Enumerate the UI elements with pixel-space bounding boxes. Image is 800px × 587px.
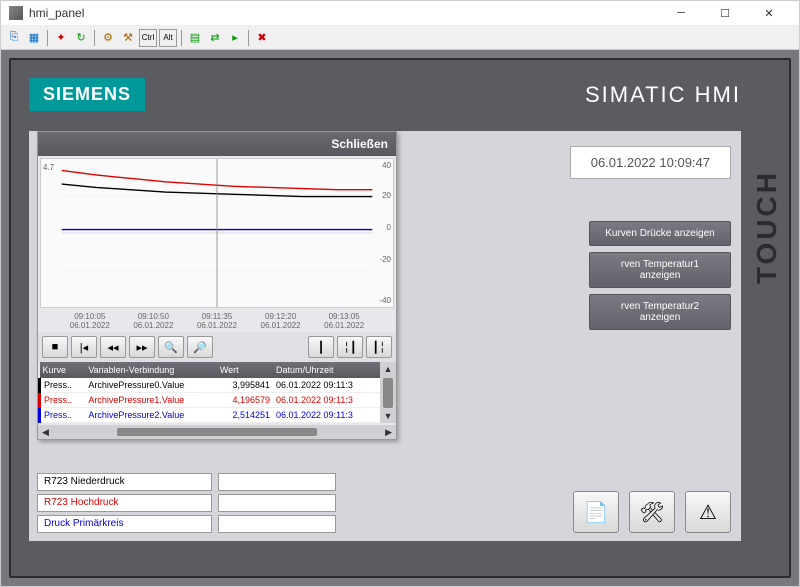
tool-icon-6[interactable]: ⚒ (119, 29, 137, 47)
y-right-tick-3: -20 (379, 255, 391, 264)
table-row[interactable]: Press..ArchivePressure1.Value4,19657906.… (40, 393, 381, 408)
window-titlebar: hmi_panel ─ ☐ ✕ (1, 1, 799, 26)
tool-icon-2[interactable]: ▦ (25, 29, 43, 47)
x-axis-labels: 09:10:05 06.01.2022 09:10:50 06.01.2022 … (38, 310, 396, 332)
scroll-down-icon[interactable]: ▼ (384, 411, 393, 421)
value-field-3 (218, 515, 336, 533)
trend-stop-icon[interactable]: ■ (42, 336, 68, 358)
tool-icon-3[interactable]: ✦ (52, 29, 70, 47)
trend-rewind-icon[interactable]: ◂◂ (100, 336, 126, 358)
value-field-2 (218, 494, 336, 512)
col-datetime[interactable]: Datum/Uhrzeit (273, 362, 380, 378)
touch-label: TOUCH (751, 170, 783, 284)
tool-icon-1[interactable]: ⎘ (5, 29, 23, 47)
trend-close-button[interactable]: Schließen (331, 137, 388, 151)
vertical-scrollbar[interactable]: ▲ ▼ (380, 362, 396, 423)
document-icon[interactable]: 📄 (573, 491, 619, 533)
hscroll-thumb[interactable] (117, 428, 317, 436)
window-title: hmi_panel (29, 6, 659, 20)
tool-icon-7[interactable]: ▤ (186, 29, 204, 47)
datetime-display: 06.01.2022 10:09:47 (570, 146, 731, 179)
y-right-tick-0: 40 (382, 161, 391, 170)
legend-item-1: R723 Niederdruck (37, 473, 212, 491)
y-left-tick: 4.7 (43, 163, 54, 172)
legend-item-2: R723 Hochdruck (37, 494, 212, 512)
trend-data-table: Kurve Variablen-Verbindung Wert Datum/Uh… (38, 362, 380, 423)
trend-first-icon[interactable]: |◂ (71, 336, 97, 358)
simatic-label: SIMATIC HMI (585, 82, 741, 108)
scroll-left-icon[interactable]: ◀ (42, 427, 49, 438)
y-right-tick-4: -40 (379, 296, 391, 305)
col-curve[interactable]: Kurve (40, 362, 86, 378)
ctrl-key-icon[interactable]: Ctrl (139, 29, 157, 47)
trend-forward-icon[interactable]: ▸▸ (129, 336, 155, 358)
trend-ruler2-icon[interactable]: ╎┃ (337, 336, 363, 358)
tool-icon-8[interactable]: ⇄ (206, 29, 224, 47)
col-value[interactable]: Wert (217, 362, 273, 378)
show-temp1-curves-button[interactable]: rven Temperatur1 anzeigen (589, 252, 731, 288)
tool-icon-5[interactable]: ⚙ (99, 29, 117, 47)
app-icon (9, 6, 23, 20)
trend-chart: 4.7 40 20 0 -20 -40 (40, 158, 394, 308)
table-row[interactable]: Press..ArchivePressure0.Value3,99584106.… (40, 378, 381, 393)
minimize-button[interactable]: ─ (659, 1, 703, 25)
scroll-up-icon[interactable]: ▲ (384, 364, 393, 374)
horizontal-scrollbar[interactable]: ◀ ▶ (38, 425, 396, 439)
trend-view-panel: Schließen 4.7 40 20 0 -20 -40 (37, 131, 397, 440)
siemens-logo: SIEMENS (29, 78, 145, 111)
trend-zoomout-icon[interactable]: 🔎 (187, 336, 213, 358)
show-temp2-curves-button[interactable]: rven Temperatur2 anzeigen (589, 294, 731, 330)
value-field-1 (218, 473, 336, 491)
close-window-button[interactable]: ✕ (747, 1, 791, 25)
col-variable[interactable]: Variablen-Verbindung (85, 362, 216, 378)
trend-ruler1-icon[interactable]: ┃ (308, 336, 334, 358)
alarm-icon[interactable]: ⚠ (685, 491, 731, 533)
legend-item-3: Druck Primärkreis (37, 515, 212, 533)
tools-icon[interactable]: 🛠 (629, 491, 675, 533)
show-pressure-curves-button[interactable]: Kurven Drücke anzeigen (589, 221, 731, 246)
y-right-tick-2: 0 (387, 223, 391, 232)
y-right-tick-1: 20 (382, 191, 391, 200)
table-row[interactable]: Press..ArchivePressure2.Value2,51425106.… (40, 408, 381, 423)
tool-icon-9[interactable]: ▸ (226, 29, 244, 47)
trend-zoomin-icon[interactable]: 🔍 (158, 336, 184, 358)
tool-delete-icon[interactable]: ✖ (253, 29, 271, 47)
app-toolbar: ⎘ ▦ ✦ ↻ ⚙ ⚒ Ctrl Alt ▤ ⇄ ▸ ✖ (1, 26, 799, 50)
tool-icon-4[interactable]: ↻ (72, 29, 90, 47)
maximize-button[interactable]: ☐ (703, 1, 747, 25)
scroll-thumb[interactable] (383, 378, 393, 408)
alt-key-icon[interactable]: Alt (159, 29, 177, 47)
scroll-right-icon[interactable]: ▶ (385, 427, 392, 438)
trend-ruler3-icon[interactable]: ┃╎ (366, 336, 392, 358)
